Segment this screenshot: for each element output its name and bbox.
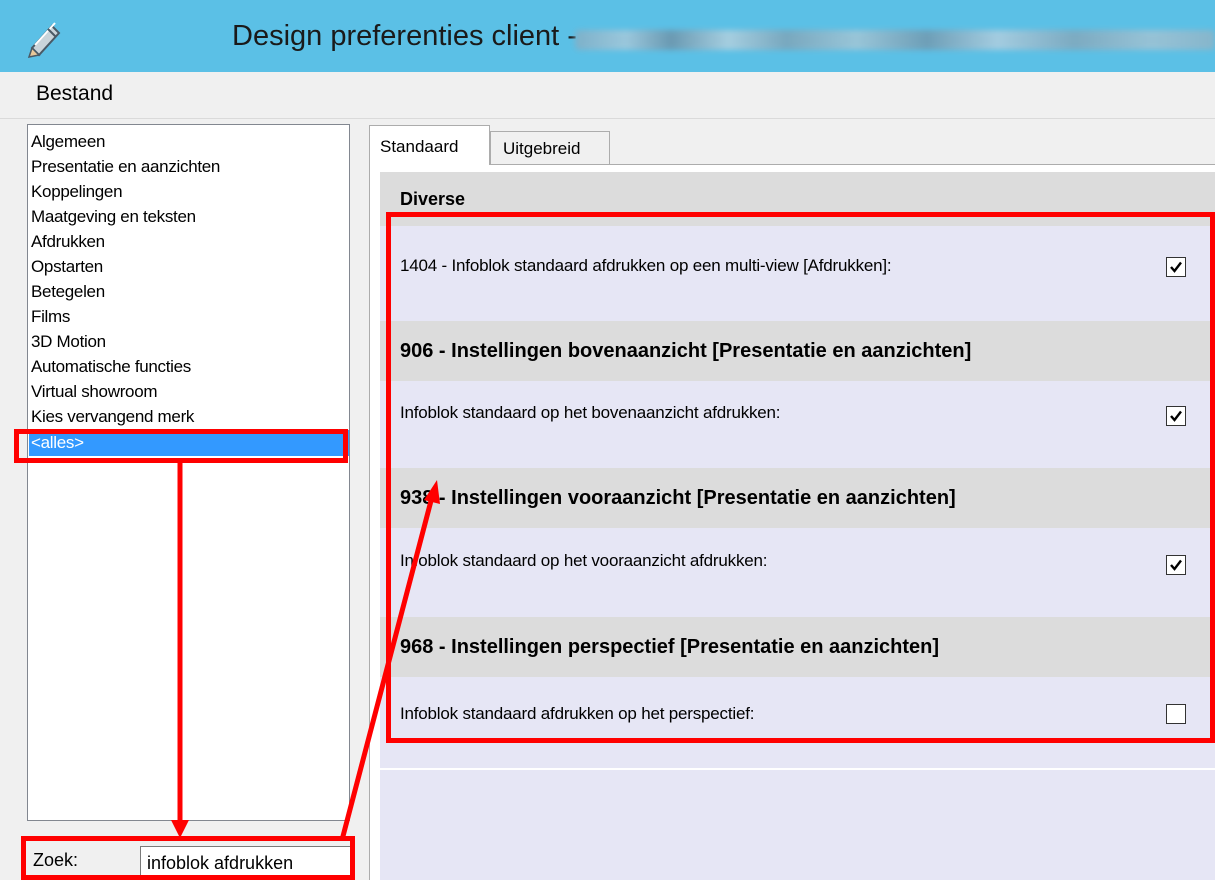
arrow-head-down bbox=[171, 820, 189, 838]
app-window: Design preferenties client - Bestand Alg… bbox=[0, 0, 1215, 880]
arrow-search-to-settings bbox=[339, 496, 435, 841]
annotation-arrows bbox=[171, 459, 440, 841]
arrow-head-up bbox=[424, 480, 440, 504]
